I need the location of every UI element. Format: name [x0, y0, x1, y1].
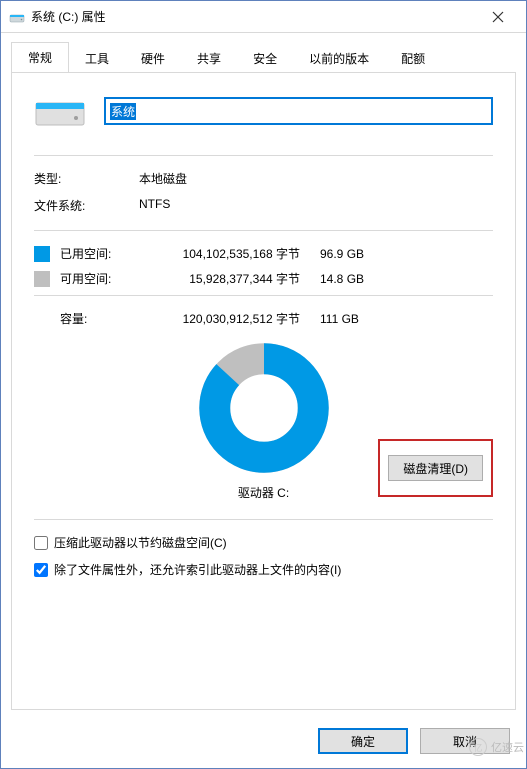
disk-cleanup-button[interactable]: 磁盘清理(D)	[388, 455, 483, 481]
capacity-human: 111 GB	[320, 312, 380, 326]
compress-label: 压缩此驱动器以节约磁盘空间(C)	[54, 534, 227, 551]
capacity-row: 容量: 120,030,912,512 字节 111 GB	[60, 310, 493, 327]
divider	[34, 155, 493, 156]
capacity-label: 容量:	[60, 310, 140, 327]
drive-large-icon	[34, 91, 86, 131]
drive-caption: 驱动器 C:	[238, 484, 289, 501]
drive-name-row: 系统	[34, 91, 493, 131]
compress-checkbox[interactable]	[34, 536, 48, 550]
free-space-row: 可用空间: 15,928,377,344 字节 14.8 GB	[34, 270, 493, 287]
divider	[34, 519, 493, 520]
window-title: 系统 (C:) 属性	[31, 8, 476, 25]
filesystem-row: 文件系统: NTFS	[34, 197, 493, 214]
used-swatch-icon	[34, 246, 50, 262]
tab-sharing[interactable]: 共享	[181, 44, 237, 73]
free-swatch-icon	[34, 271, 50, 287]
free-bytes: 15,928,377,344 字节	[140, 270, 320, 287]
type-label: 类型:	[34, 170, 139, 187]
titlebar: 系统 (C:) 属性	[1, 1, 526, 33]
drive-icon	[9, 9, 25, 25]
index-label: 除了文件属性外，还允许索引此驱动器上文件的内容(I)	[54, 561, 341, 578]
close-button[interactable]	[476, 2, 520, 32]
filesystem-value: NTFS	[139, 197, 170, 214]
compress-checkbox-row[interactable]: 压缩此驱动器以节约磁盘空间(C)	[34, 534, 493, 551]
tab-security[interactable]: 安全	[237, 44, 293, 73]
free-label: 可用空间:	[60, 270, 140, 287]
type-row: 类型: 本地磁盘	[34, 170, 493, 187]
dialog-buttons: 确定 取消	[1, 718, 526, 768]
used-label: 已用空间:	[60, 245, 140, 262]
divider	[34, 230, 493, 231]
filesystem-label: 文件系统:	[34, 197, 139, 214]
used-space-row: 已用空间: 104,102,535,168 字节 96.9 GB	[34, 245, 493, 262]
general-panel: 系统 类型: 本地磁盘 文件系统: NTFS 已用空间: 104,102,535…	[11, 72, 516, 710]
divider	[34, 295, 493, 296]
usage-donut-chart	[199, 343, 329, 473]
used-bytes: 104,102,535,168 字节	[140, 245, 320, 262]
volume-label-value: 系统	[110, 103, 136, 120]
cleanup-highlight: 磁盘清理(D)	[378, 439, 493, 497]
tab-general[interactable]: 常规	[11, 42, 69, 73]
tab-previous-versions[interactable]: 以前的版本	[293, 44, 385, 73]
ok-button[interactable]: 确定	[318, 728, 408, 754]
tab-strip: 常规 工具 硬件 共享 安全 以前的版本 配额	[1, 33, 526, 72]
used-human: 96.9 GB	[320, 247, 380, 261]
free-human: 14.8 GB	[320, 272, 380, 286]
volume-label-input[interactable]: 系统	[104, 97, 493, 125]
capacity-bytes: 120,030,912,512 字节	[140, 310, 320, 327]
cancel-button[interactable]: 取消	[420, 728, 510, 754]
index-checkbox[interactable]	[34, 563, 48, 577]
index-checkbox-row[interactable]: 除了文件属性外，还允许索引此驱动器上文件的内容(I)	[34, 561, 493, 578]
tab-tools[interactable]: 工具	[69, 44, 125, 73]
usage-chart-area: 驱动器 C: 磁盘清理(D)	[34, 335, 493, 505]
tab-quota[interactable]: 配额	[385, 44, 441, 73]
type-value: 本地磁盘	[139, 170, 187, 187]
properties-window: 系统 (C:) 属性 常规 工具 硬件 共享 安全 以前的版本 配额	[0, 0, 527, 769]
close-icon	[492, 11, 504, 23]
tab-hardware[interactable]: 硬件	[125, 44, 181, 73]
